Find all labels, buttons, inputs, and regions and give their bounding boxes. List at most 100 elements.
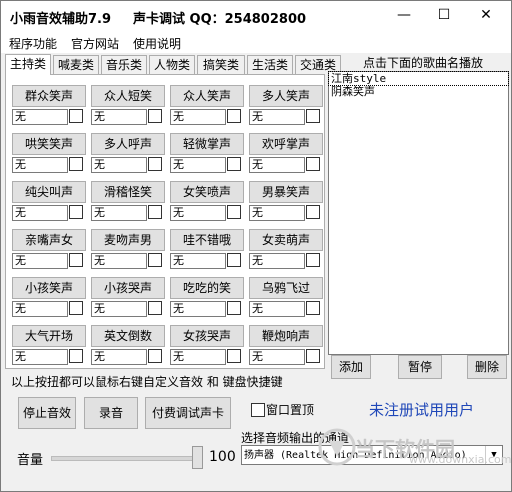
tab-host[interactable]: 主持类: [5, 54, 51, 75]
sound-button[interactable]: 多人笑声: [249, 85, 323, 107]
loop-checkbox[interactable]: [227, 253, 241, 267]
sound-button[interactable]: 英文倒数: [91, 325, 165, 347]
loop-checkbox[interactable]: [306, 253, 320, 267]
sound-button[interactable]: 众人短笑: [91, 85, 165, 107]
sound-button[interactable]: 欢呼掌声: [249, 133, 323, 155]
loop-checkbox[interactable]: [227, 301, 241, 315]
tab-music[interactable]: 音乐类: [101, 55, 147, 74]
hotkey-input[interactable]: 无: [91, 349, 147, 365]
hotkey-input[interactable]: 无: [249, 109, 305, 125]
loop-checkbox[interactable]: [69, 109, 83, 123]
sound-cell: 轻微掌声无: [170, 133, 244, 173]
hotkey-input[interactable]: 无: [249, 349, 305, 365]
pause-song-button[interactable]: 暂停: [398, 355, 442, 379]
hotkey-input[interactable]: 无: [12, 253, 68, 269]
volume-slider-thumb[interactable]: [192, 446, 203, 469]
hotkey-input[interactable]: 无: [91, 205, 147, 221]
sound-button[interactable]: 女笑喷声: [170, 181, 244, 203]
sound-button[interactable]: 男暴笑声: [249, 181, 323, 203]
loop-checkbox[interactable]: [148, 301, 162, 315]
hotkey-input[interactable]: 无: [170, 205, 226, 221]
sound-button[interactable]: 群众笑声: [12, 85, 86, 107]
menu-program[interactable]: 程序功能: [9, 35, 57, 52]
close-button[interactable]: ✕: [469, 1, 503, 31]
loop-checkbox[interactable]: [148, 253, 162, 267]
sound-button[interactable]: 轻微掌声: [170, 133, 244, 155]
tab-shout[interactable]: 喊麦类: [53, 55, 99, 74]
hotkey-input[interactable]: 无: [91, 301, 147, 317]
hotkey-input[interactable]: 无: [12, 349, 68, 365]
loop-checkbox[interactable]: [148, 205, 162, 219]
hotkey-input[interactable]: 无: [249, 157, 305, 173]
sound-button[interactable]: 哇不错哦: [170, 229, 244, 251]
hotkey-input[interactable]: 无: [12, 301, 68, 317]
sound-button[interactable]: 小孩哭声: [91, 277, 165, 299]
sound-button[interactable]: 鞭炮响声: [249, 325, 323, 347]
sound-button[interactable]: 众人笑声: [170, 85, 244, 107]
sound-button[interactable]: 吃吃的笑: [170, 277, 244, 299]
hotkey-input[interactable]: 无: [249, 301, 305, 317]
tab-life[interactable]: 生活类: [247, 55, 293, 74]
song-item[interactable]: 江南style: [328, 71, 509, 86]
loop-checkbox[interactable]: [148, 349, 162, 363]
add-song-button[interactable]: 添加: [331, 355, 371, 379]
loop-checkbox[interactable]: [306, 109, 320, 123]
stop-effects-button[interactable]: 停止音效: [18, 397, 76, 429]
sound-button[interactable]: 乌鸦飞过: [249, 277, 323, 299]
tab-people[interactable]: 人物类: [149, 55, 195, 74]
loop-checkbox[interactable]: [227, 157, 241, 171]
hotkey-input[interactable]: 无: [249, 205, 305, 221]
sound-button[interactable]: 纯尖叫声: [12, 181, 86, 203]
volume-slider-track[interactable]: [51, 456, 203, 461]
loop-checkbox[interactable]: [227, 349, 241, 363]
hotkey-input[interactable]: 无: [170, 349, 226, 365]
song-list[interactable]: 江南style 阴森笑声: [328, 71, 509, 355]
sound-button[interactable]: 女孩哭声: [170, 325, 244, 347]
hotkey-input[interactable]: 无: [91, 109, 147, 125]
sound-button[interactable]: 亲嘴声女: [12, 229, 86, 251]
hotkey-input[interactable]: 无: [91, 253, 147, 269]
sound-cell: 乌鸦飞过无: [249, 277, 323, 317]
maximize-button[interactable]: ☐: [427, 1, 461, 31]
sound-button[interactable]: 多人呼声: [91, 133, 165, 155]
paid-tuning-button[interactable]: 付费调试声卡: [145, 397, 231, 429]
record-button[interactable]: 录音: [84, 397, 138, 429]
hotkey-input[interactable]: 无: [170, 253, 226, 269]
sound-button[interactable]: 大气开场: [12, 325, 86, 347]
hotkey-input[interactable]: 无: [91, 157, 147, 173]
hotkey-input[interactable]: 无: [170, 301, 226, 317]
loop-checkbox[interactable]: [69, 349, 83, 363]
loop-checkbox[interactable]: [69, 301, 83, 315]
hotkey-input[interactable]: 无: [12, 157, 68, 173]
hotkey-input[interactable]: 无: [170, 157, 226, 173]
loop-checkbox[interactable]: [306, 205, 320, 219]
loop-checkbox[interactable]: [69, 157, 83, 171]
song-item[interactable]: 阴森笑声: [329, 85, 508, 98]
sound-button[interactable]: 麦吻声男: [91, 229, 165, 251]
minimize-button[interactable]: —: [387, 1, 421, 31]
menu-help[interactable]: 使用说明: [133, 35, 181, 52]
hotkey-input[interactable]: 无: [12, 205, 68, 221]
loop-checkbox[interactable]: [148, 109, 162, 123]
loop-checkbox[interactable]: [69, 253, 83, 267]
hotkey-input[interactable]: 无: [249, 253, 305, 269]
loop-checkbox[interactable]: [148, 157, 162, 171]
sound-button[interactable]: 小孩笑声: [12, 277, 86, 299]
sound-cell: 亲嘴声女无: [12, 229, 86, 269]
delete-song-button[interactable]: 删除: [467, 355, 507, 379]
hotkey-input[interactable]: 无: [12, 109, 68, 125]
loop-checkbox[interactable]: [227, 205, 241, 219]
sound-button[interactable]: 滑稽怪笑: [91, 181, 165, 203]
loop-checkbox[interactable]: [306, 301, 320, 315]
hotkey-input[interactable]: 无: [170, 109, 226, 125]
sound-button[interactable]: 哄笑笑声: [12, 133, 86, 155]
tab-funny[interactable]: 搞笑类: [197, 55, 245, 74]
loop-checkbox[interactable]: [306, 349, 320, 363]
loop-checkbox[interactable]: [306, 157, 320, 171]
loop-checkbox[interactable]: [227, 109, 241, 123]
sound-button[interactable]: 女卖萌声: [249, 229, 323, 251]
sound-cell: 女笑喷声无: [170, 181, 244, 221]
menu-website[interactable]: 官方网站: [71, 35, 119, 52]
loop-checkbox[interactable]: [69, 205, 83, 219]
pin-window-checkbox[interactable]: [251, 403, 265, 417]
